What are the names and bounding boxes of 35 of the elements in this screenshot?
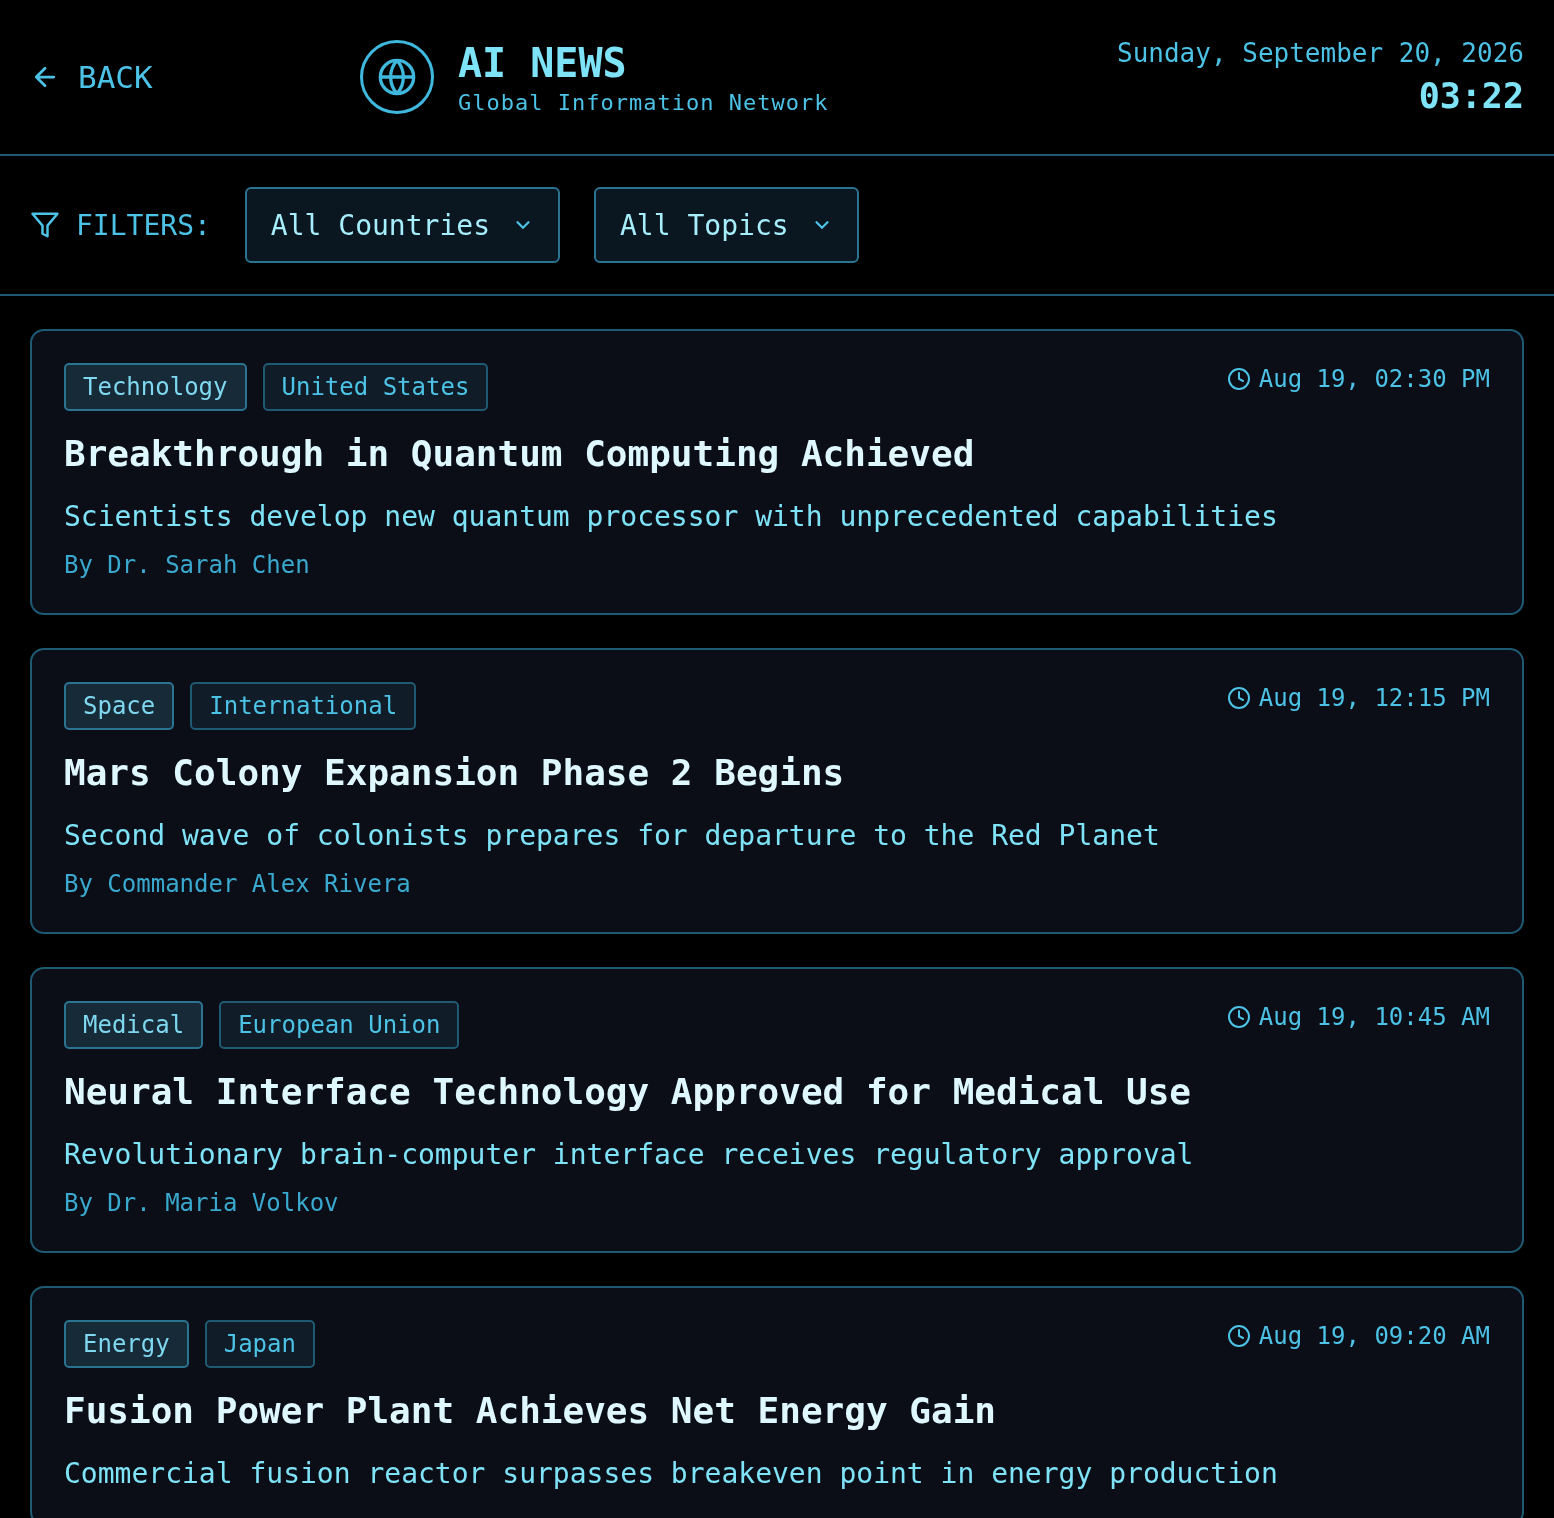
clock-time: 03:22: [1418, 76, 1524, 116]
topic-tag: Technology: [64, 363, 247, 411]
news-card[interactable]: Technology United States Aug 19, 02:30 PM Breakthrough in Quantum Computing Achieved Scientists develop new quantum processor with unprecedented capabilities By Dr. Sarah Chen: [30, 329, 1524, 615]
date-text: Sunday, September 20, 2026: [1117, 38, 1524, 68]
country-tag: United States: [262, 363, 489, 411]
back-link[interactable]: BACK: [30, 59, 360, 95]
summary: Scientists develop new quantum processor with unprecedented capabilities: [64, 500, 1279, 533]
summary: Revolutionary brain-computer interface receives regulatory approval: [64, 1138, 1195, 1171]
summary: Commercial fusion reactor surpasses breakeven point in energy production: [64, 1457, 1279, 1490]
news-card[interactable]: Energy Japan Aug 19, 09:20 AM Fusion Power Plant Achieves Net Energy Gain Commercial fusion reactor surpasses breakeven point in energy production: [30, 1286, 1524, 1518]
timestamp: Aug 19, 10:45 AM: [1258, 1003, 1490, 1031]
headline: Fusion Power Plant Achieves Net Energy Gain: [64, 1390, 997, 1431]
filter-dropdown[interactable]: All Topics: [594, 187, 859, 263]
summary: Second wave of colonists prepares for departure to the Red Planet: [64, 819, 1161, 852]
topic-tag: Medical: [64, 1001, 204, 1049]
app-subtitle: Global Information Network: [458, 89, 829, 115]
filter-dropdown[interactable]: All Countries: [244, 187, 560, 263]
headline: Neural Interface Technology Approved for Medical Use: [64, 1071, 1193, 1112]
timestamp: Aug 19, 02:30 PM: [1258, 365, 1490, 393]
author: By Commander Alex Rivera: [64, 870, 412, 898]
headline: Breakthrough in Quantum Computing Achieved: [64, 433, 976, 474]
topic-tag: Energy: [64, 1320, 189, 1368]
filters-label: FILTERS:: [76, 208, 211, 242]
headline: Mars Colony Expansion Phase 2 Begins: [64, 752, 846, 793]
author: By Dr. Sarah Chen: [64, 551, 311, 579]
topic-tag: Space: [64, 682, 175, 730]
country-tag: International: [190, 682, 417, 730]
news-card[interactable]: Medical European Union Aug 19, 10:45 AM Neural Interface Technology Approved for Medical Use Revolutionary brain-computer interface receives regulatory approval By Dr. Maria Volkov: [30, 967, 1524, 1253]
timestamp: Aug 19, 12:15 PM: [1258, 684, 1490, 712]
app-title: AI NEWS: [458, 39, 628, 86]
timestamp: Aug 19, 09:20 AM: [1258, 1322, 1490, 1350]
country-tag: European Union: [219, 1001, 460, 1049]
country-tag: Japan: [204, 1320, 315, 1368]
author: By Dr. Maria Volkov: [64, 1189, 340, 1217]
news-card[interactable]: Space International Aug 19, 12:15 PM Mars Colony Expansion Phase 2 Begins Second wave of colonists prepares for departure to the Red Planet By Commander Alex Rivera: [30, 648, 1524, 934]
